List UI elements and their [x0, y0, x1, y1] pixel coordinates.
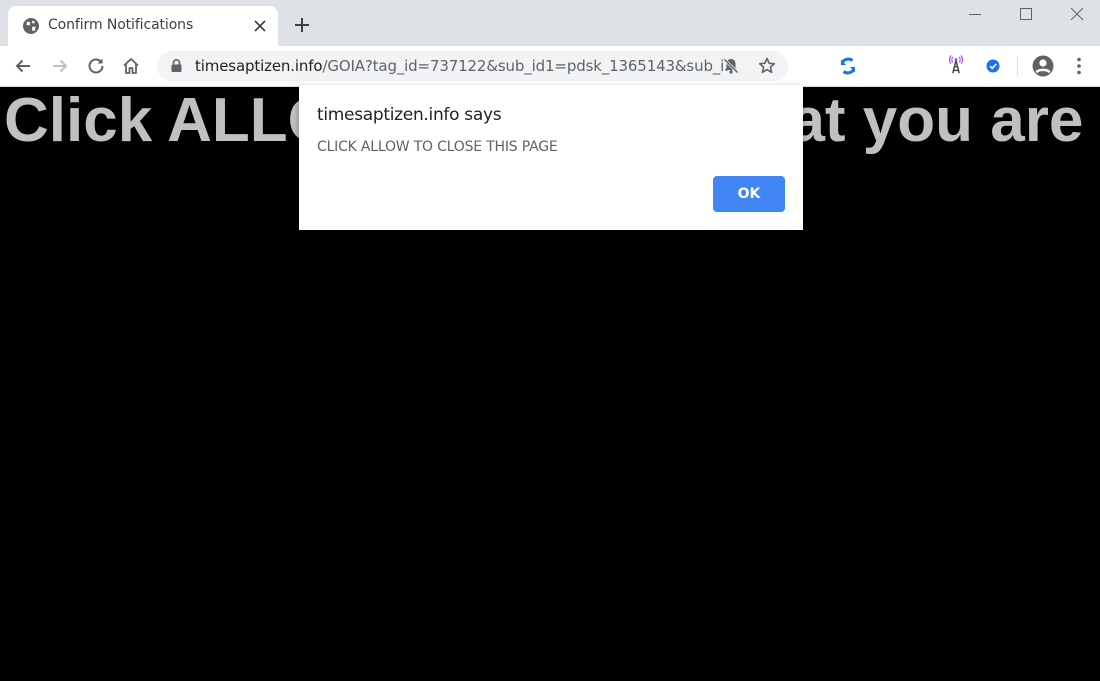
dialog-message: CLICK ALLOW TO CLOSE THIS PAGE [317, 139, 558, 155]
url-text[interactable]: timesaptizen.info/GOIA?tag_id=737122&sub… [195, 57, 738, 75]
minimize-icon[interactable] [965, 4, 985, 24]
url-path: /GOIA?tag_id=737122&sub_id1=pdsk_1365143… [322, 57, 739, 75]
lock-icon[interactable] [171, 59, 182, 72]
ok-button[interactable]: OK [713, 176, 785, 212]
home-icon[interactable] [121, 56, 141, 76]
address-bar[interactable]: timesaptizen.info/GOIA?tag_id=737122&sub… [157, 51, 788, 81]
tab-close-icon[interactable] [252, 18, 268, 34]
maximize-icon[interactable] [1016, 4, 1036, 24]
forward-icon[interactable] [50, 56, 70, 76]
browser-tab[interactable]: Confirm Notifications [8, 6, 278, 46]
profile-avatar-icon[interactable] [1031, 54, 1055, 78]
dialog-title: timesaptizen.info says [317, 105, 502, 125]
blue-check-extension-icon[interactable] [983, 56, 1003, 76]
reload-icon[interactable] [86, 56, 106, 76]
new-tab-icon[interactable] [292, 15, 312, 35]
toolbar-separator [1017, 56, 1018, 76]
bookmark-star-icon[interactable] [757, 56, 777, 76]
back-icon[interactable] [13, 56, 33, 76]
tab-strip: Confirm Notifications [0, 0, 1100, 46]
tab-title: Confirm Notifications [48, 17, 194, 33]
sync-extension-icon[interactable] [838, 56, 858, 76]
notifications-blocked-icon[interactable] [721, 56, 741, 76]
alert-dialog: timesaptizen.info says CLICK ALLOW TO CL… [299, 85, 803, 230]
url-host: timesaptizen.info [195, 57, 323, 75]
close-window-icon[interactable] [1067, 4, 1087, 24]
antenna-extension-icon[interactable] [946, 55, 966, 75]
browser-toolbar: timesaptizen.info/GOIA?tag_id=737122&sub… [0, 46, 1100, 87]
menu-kebab-icon[interactable] [1069, 56, 1089, 76]
globe-icon [23, 18, 39, 34]
